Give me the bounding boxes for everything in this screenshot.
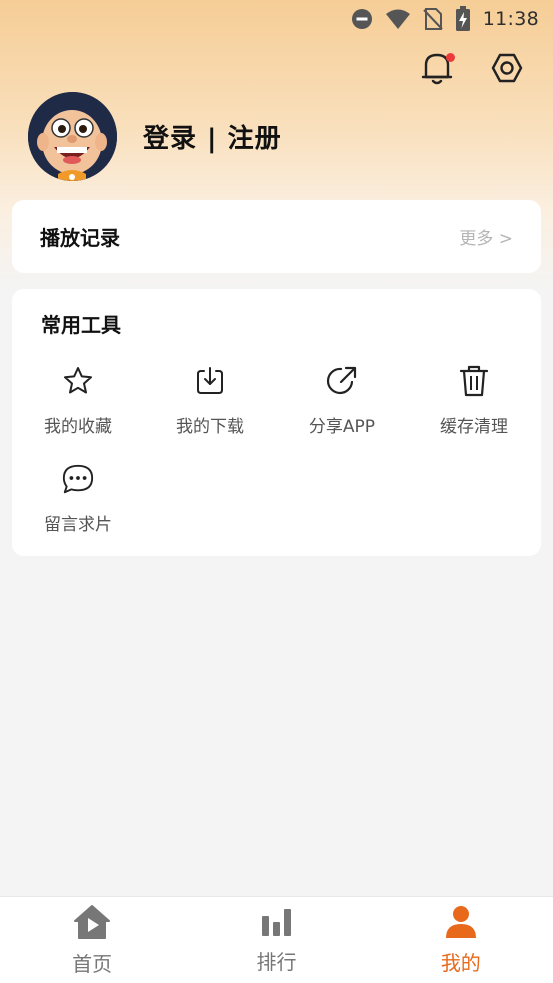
common-tools-title: 常用工具 xyxy=(41,313,121,337)
nav-label: 首页 xyxy=(72,951,113,976)
tool-share-app[interactable]: 分享APP xyxy=(276,364,408,446)
status-time: 11:38 xyxy=(482,8,539,30)
nav-home[interactable]: 首页 xyxy=(0,897,184,983)
no-sim-icon xyxy=(423,7,443,31)
bottom-nav: 首页 排行 我的 xyxy=(0,896,553,983)
tool-label: 缓存清理 xyxy=(440,417,508,437)
wifi-icon xyxy=(385,8,411,30)
notification-dot xyxy=(446,53,455,62)
dnd-icon xyxy=(351,8,373,30)
play-history-title: 播放记录 xyxy=(40,226,120,250)
message-icon xyxy=(61,462,95,496)
status-bar: 11:38 xyxy=(0,0,553,38)
tool-downloads[interactable]: 我的下载 xyxy=(144,364,276,446)
bar-chart-icon xyxy=(259,906,293,942)
nav-label: 我的 xyxy=(440,950,481,975)
user-icon xyxy=(444,905,478,943)
profile-header: 登录 | 注册 xyxy=(28,92,282,181)
share-icon xyxy=(325,364,359,398)
tool-label: 分享APP xyxy=(308,417,376,437)
nav-ranking[interactable]: 排行 xyxy=(184,897,368,983)
notification-button[interactable] xyxy=(419,50,455,90)
play-history-card[interactable]: 播放记录 更多 > xyxy=(12,200,541,273)
tool-label: 我的收藏 xyxy=(44,417,112,437)
battery-charging-icon xyxy=(455,6,471,32)
profile-page: 11:38 登录 | 注册 播放记录 更多 > 常用工具 我的收藏 我的下载 分… xyxy=(0,0,553,983)
tool-label: 我的下载 xyxy=(176,417,244,437)
more-link[interactable]: 更多 > xyxy=(459,224,513,249)
tool-clear-cache[interactable]: 缓存清理 xyxy=(408,364,540,446)
common-tools-card: 常用工具 我的收藏 我的下载 分享APP 缓存清理 留言求片 xyxy=(12,289,541,556)
settings-icon xyxy=(490,51,524,89)
tool-favorites[interactable]: 我的收藏 xyxy=(12,364,144,446)
avatar[interactable] xyxy=(28,92,117,181)
settings-button[interactable] xyxy=(489,50,525,90)
header-actions xyxy=(419,50,525,90)
trash-icon xyxy=(457,364,491,398)
download-icon xyxy=(193,364,227,398)
login-register-link[interactable]: 登录 | 注册 xyxy=(143,118,282,155)
tool-label: 留言求片 xyxy=(44,515,112,535)
nav-label: 排行 xyxy=(256,949,297,974)
home-play-icon xyxy=(73,904,111,944)
tool-grid: 我的收藏 我的下载 分享APP 缓存清理 留言求片 xyxy=(12,364,541,544)
star-icon xyxy=(61,364,95,398)
nav-mine[interactable]: 我的 xyxy=(369,897,553,983)
tool-request-movie[interactable]: 留言求片 xyxy=(12,462,144,544)
